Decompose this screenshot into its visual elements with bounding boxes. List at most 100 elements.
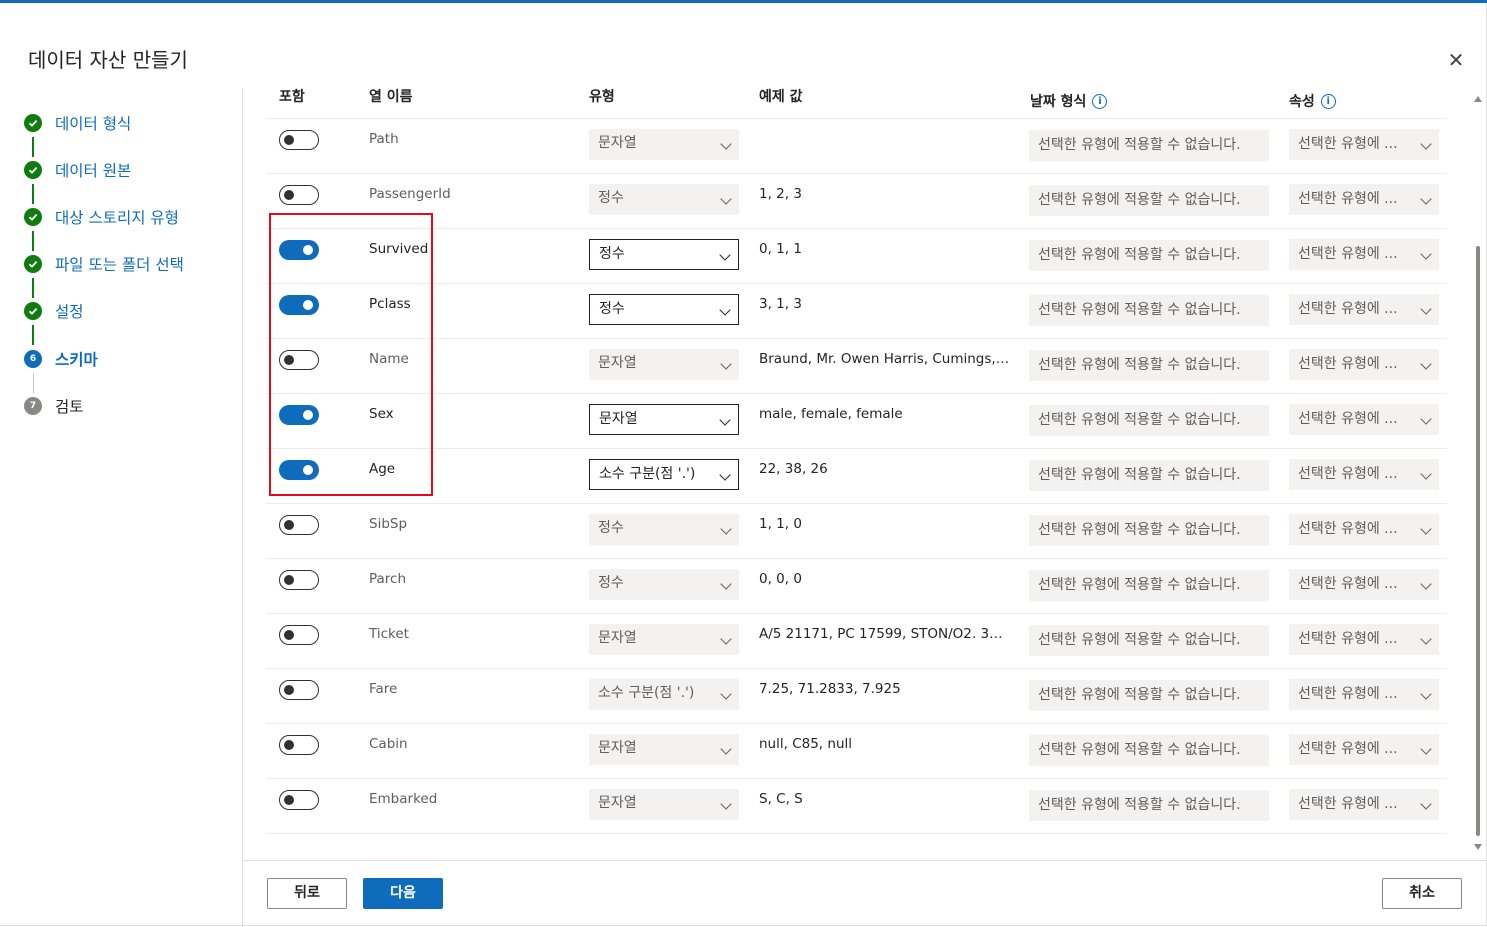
type-dropdown[interactable]: 소수 구분(점 '.') <box>589 459 739 490</box>
type-dropdown[interactable]: 문자열 <box>589 404 739 435</box>
type-dropdown[interactable]: 정수 <box>589 294 739 325</box>
back-button[interactable]: 뒤로 <box>267 878 347 909</box>
step-connector <box>33 373 34 393</box>
header-properties-label: 속성 <box>1289 94 1315 110</box>
include-toggle[interactable] <box>279 460 319 480</box>
step-review[interactable]: 7 검토 <box>24 394 84 418</box>
property-dropdown[interactable]: 선택한 유형에 ... <box>1289 679 1439 710</box>
type-dropdown[interactable]: 문자열 <box>589 789 739 820</box>
close-icon[interactable]: ✕ <box>1444 48 1468 72</box>
type-value: 정수 <box>598 190 624 206</box>
step-label: 데이터 형식 <box>55 115 132 133</box>
property-value: 선택한 유형에 ... <box>1298 686 1398 702</box>
type-dropdown[interactable]: 소수 구분(점 '.') <box>589 679 739 710</box>
chevron-down-icon <box>719 304 731 316</box>
table-row: Survived 정수 0, 1, 1 선택한 유형에 적용할 수 없습니다. 선택한 … <box>266 228 1447 284</box>
step-label: 데이터 원본 <box>55 162 132 180</box>
include-toggle[interactable] <box>279 735 319 755</box>
type-dropdown[interactable]: 문자열 <box>589 129 739 160</box>
include-toggle[interactable] <box>279 790 319 810</box>
scroll-down-icon[interactable] <box>1474 844 1482 850</box>
property-value: 선택한 유형에 ... <box>1298 521 1398 537</box>
property-dropdown[interactable]: 선택한 유형에 ... <box>1289 404 1439 435</box>
chevron-down-icon <box>720 523 732 535</box>
step-connector <box>32 325 34 345</box>
chevron-down-icon <box>720 743 732 755</box>
property-dropdown[interactable]: 선택한 유형에 ... <box>1289 459 1439 490</box>
include-toggle[interactable] <box>279 295 319 315</box>
table-row: Cabin 문자열 null, C85, null 선택한 유형에 적용할 수 없습니… <box>266 723 1447 779</box>
column-name: Embarked <box>369 791 438 807</box>
chevron-down-icon <box>720 358 732 370</box>
type-value: 정수 <box>598 575 624 591</box>
schema-table: 포함 열 이름 유형 예제 값 날짜 형식 i 속성 i Path 문자열 선택한 … <box>243 88 1473 860</box>
chevron-down-icon <box>720 798 732 810</box>
info-icon[interactable]: i <box>1320 93 1336 109</box>
include-toggle[interactable] <box>279 185 319 205</box>
sample-values: 0, 0, 0 <box>759 571 802 587</box>
cancel-button[interactable]: 취소 <box>1382 878 1462 909</box>
step-data-type[interactable]: 데이터 형식 <box>24 111 131 135</box>
chevron-down-icon <box>720 138 732 150</box>
step-settings[interactable]: 설정 <box>24 299 84 323</box>
date-format-field: 선택한 유형에 적용할 수 없습니다. <box>1029 350 1269 381</box>
info-icon[interactable]: i <box>1092 93 1108 109</box>
step-file-folder[interactable]: 파일 또는 폴더 선택 <box>24 252 184 276</box>
step-storage-type[interactable]: 대상 스토리지 유형 <box>24 205 179 229</box>
check-icon <box>24 255 42 273</box>
type-dropdown[interactable]: 정수 <box>589 184 739 215</box>
type-dropdown[interactable]: 문자열 <box>589 624 739 655</box>
include-toggle[interactable] <box>279 515 319 535</box>
header-properties: 속성 i <box>1289 91 1336 111</box>
include-toggle[interactable] <box>279 240 319 260</box>
date-format-field: 선택한 유형에 적용할 수 없습니다. <box>1029 460 1269 491</box>
property-dropdown[interactable]: 선택한 유형에 ... <box>1289 184 1439 215</box>
property-value: 선택한 유형에 ... <box>1298 246 1398 262</box>
date-format-field: 선택한 유형에 적용할 수 없습니다. <box>1029 515 1269 546</box>
include-toggle[interactable] <box>279 570 319 590</box>
type-value: 소수 구분(점 '.') <box>598 685 695 701</box>
step-label: 대상 스토리지 유형 <box>55 209 179 227</box>
type-dropdown[interactable]: 문자열 <box>589 734 739 765</box>
property-dropdown[interactable]: 선택한 유형에 ... <box>1289 349 1439 380</box>
type-dropdown[interactable]: 정수 <box>589 569 739 600</box>
step-connector <box>32 184 34 204</box>
chevron-down-icon <box>1420 248 1432 260</box>
column-name: Name <box>369 351 409 367</box>
include-toggle[interactable] <box>279 680 319 700</box>
chevron-down-icon <box>1420 193 1432 205</box>
property-value: 선택한 유형에 ... <box>1298 741 1398 757</box>
property-value: 선택한 유형에 ... <box>1298 576 1398 592</box>
property-dropdown[interactable]: 선택한 유형에 ... <box>1289 129 1439 160</box>
check-icon <box>24 208 42 226</box>
type-dropdown[interactable]: 정수 <box>589 239 739 270</box>
include-toggle[interactable] <box>279 625 319 645</box>
date-format-field: 선택한 유형에 적용할 수 없습니다. <box>1029 405 1269 436</box>
chevron-down-icon <box>720 578 732 590</box>
include-toggle[interactable] <box>279 130 319 150</box>
header-date-format-label: 날짜 형식 <box>1030 94 1087 110</box>
property-dropdown[interactable]: 선택한 유형에 ... <box>1289 239 1439 270</box>
property-dropdown[interactable]: 선택한 유형에 ... <box>1289 514 1439 545</box>
property-dropdown[interactable]: 선택한 유형에 ... <box>1289 789 1439 820</box>
scrollbar-thumb[interactable] <box>1476 246 1480 836</box>
sample-values: 0, 1, 1 <box>759 241 802 257</box>
property-dropdown[interactable]: 선택한 유형에 ... <box>1289 734 1439 765</box>
property-dropdown[interactable]: 선택한 유형에 ... <box>1289 294 1439 325</box>
property-dropdown[interactable]: 선택한 유형에 ... <box>1289 569 1439 600</box>
type-dropdown[interactable]: 문자열 <box>589 349 739 380</box>
property-dropdown[interactable]: 선택한 유형에 ... <box>1289 624 1439 655</box>
table-row: Path 문자열 선택한 유형에 적용할 수 없습니다. 선택한 유형에 ... <box>266 118 1447 174</box>
step-schema[interactable]: 6 스키마 <box>24 347 98 371</box>
sample-values: male, female, female <box>759 406 903 422</box>
next-button[interactable]: 다음 <box>363 878 443 909</box>
date-format-field: 선택한 유형에 적용할 수 없습니다. <box>1029 240 1269 271</box>
column-name: Age <box>369 461 396 477</box>
include-toggle[interactable] <box>279 350 319 370</box>
type-dropdown[interactable]: 정수 <box>589 514 739 545</box>
step-data-source[interactable]: 데이터 원본 <box>24 158 131 182</box>
include-toggle[interactable] <box>279 405 319 425</box>
column-name: Pclass <box>369 296 411 312</box>
sample-values: A/5 21171, PC 17599, STON/O2. 31012... <box>759 626 1011 642</box>
scroll-up-icon[interactable] <box>1474 96 1482 102</box>
